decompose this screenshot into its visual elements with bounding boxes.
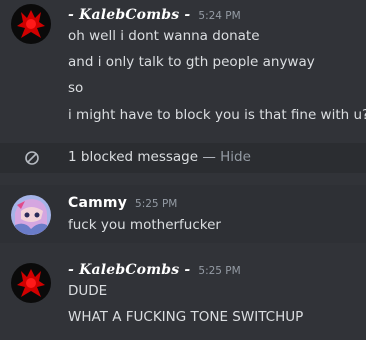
- avatar-kaleb[interactable]: [11, 4, 51, 44]
- avatar-kaleb-image: [11, 4, 51, 44]
- hide-blocked-link[interactable]: Hide: [220, 149, 251, 165]
- username[interactable]: - KalebCombs -: [68, 7, 190, 23]
- message-line: WHAT A FUCKING TONE SWITCHUP: [68, 309, 304, 325]
- message-group-cammy: Cammy 5:25 PM fuck you motherfucker: [0, 185, 366, 243]
- username[interactable]: Cammy: [68, 195, 127, 211]
- message-group-kaleb-2: - KalebCombs - 5:25 PM DUDE WHAT A FUCKI…: [0, 255, 366, 340]
- message-line: so: [68, 80, 84, 96]
- username[interactable]: - KalebCombs -: [68, 262, 190, 278]
- avatar-cammy[interactable]: [11, 195, 51, 235]
- avatar-kaleb-image: [11, 263, 51, 303]
- blocked-separator: —: [198, 149, 221, 165]
- message-line: oh well i dont wanna donate: [68, 28, 260, 44]
- avatar-kaleb[interactable]: [11, 263, 51, 303]
- blocked-messages-row: 1 blocked message — Hide: [0, 143, 366, 173]
- timestamp: 5:25 PM: [198, 265, 241, 277]
- timestamp: 5:25 PM: [135, 198, 178, 210]
- message-group-kaleb-1: - KalebCombs - 5:24 PM oh well i dont wa…: [0, 0, 366, 140]
- timestamp: 5:24 PM: [198, 10, 241, 22]
- message-line: and i only talk to gth people anyway: [68, 54, 315, 70]
- blocked-circle-icon: [25, 151, 39, 165]
- message-line: i might have to block you is that fine w…: [68, 107, 366, 123]
- message-line: fuck you motherfucker: [68, 217, 221, 233]
- message-line: DUDE: [68, 283, 108, 299]
- blocked-count-text: 1 blocked message: [68, 149, 199, 165]
- avatar-cammy-image: [11, 195, 51, 235]
